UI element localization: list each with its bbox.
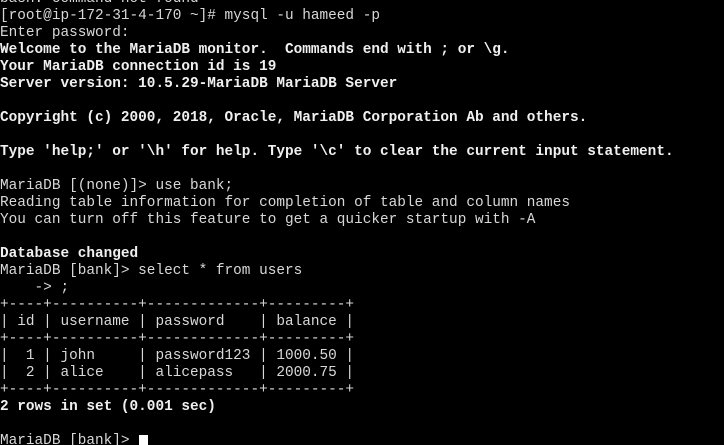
- terminal-line: Reading table information for completion…: [0, 195, 570, 211]
- command-prompt-line[interactable]: MariaDB [bank]>: [0, 433, 724, 445]
- terminal-line: bash: command not found: [0, 0, 724, 8]
- terminal-window[interactable]: bash: command not found [root@ip-172-31-…: [0, 0, 724, 445]
- terminal-line: Database changed: [0, 246, 139, 262]
- table-row: | 1 | john | password123 | 1000.50 |: [0, 348, 355, 364]
- terminal-output: bash: command not found [root@ip-172-31-…: [0, 0, 724, 445]
- table-header-row: | id | username | password | balance |: [0, 314, 355, 330]
- terminal-line: Server version: 10.5.29-MariaDB MariaDB …: [0, 76, 398, 92]
- terminal-line: You can turn off this feature to get a q…: [0, 212, 536, 228]
- terminal-line: Copyright (c) 2000, 2018, Oracle, MariaD…: [0, 110, 588, 126]
- table-border: +----+----------+-------------+---------…: [0, 297, 355, 313]
- terminal-line: 2 rows in set (0.001 sec): [0, 399, 216, 415]
- terminal-line: [root@ip-172-31-4-170 ~]# mysql -u hamee…: [0, 8, 380, 24]
- table-row: | 2 | alice | alicepass | 2000.75 |: [0, 365, 355, 381]
- text-cursor: [139, 434, 149, 445]
- terminal-line: MariaDB [bank]> select * from users: [0, 263, 303, 279]
- terminal-line: Welcome to the MariaDB monitor. Commands…: [0, 42, 510, 58]
- mariadb-prompt: MariaDB [bank]>: [0, 433, 139, 445]
- terminal-line: -> ;: [0, 280, 70, 296]
- terminal-line: Type 'help;' or '\h' for help. Type '\c'…: [0, 144, 674, 160]
- table-border: +----+----------+-------------+---------…: [0, 331, 355, 347]
- terminal-line: MariaDB [(none)]> use bank;: [0, 178, 234, 194]
- terminal-line: Your MariaDB connection id is 19: [0, 59, 277, 75]
- terminal-line: Enter password:: [0, 25, 130, 41]
- table-border: +----+----------+-------------+---------…: [0, 382, 355, 398]
